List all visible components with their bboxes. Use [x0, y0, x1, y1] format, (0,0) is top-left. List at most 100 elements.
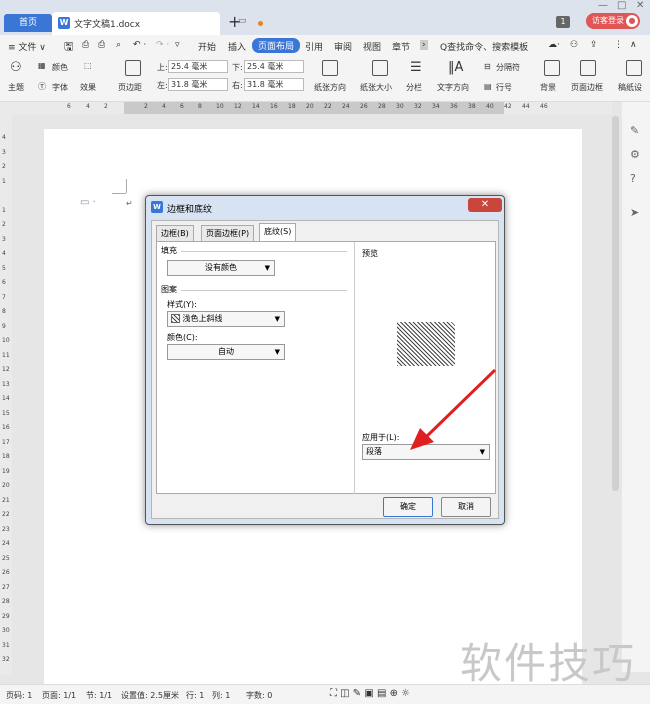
- borders-shading-dialog: W 边框和底纹 ✕ 边框(B) 页面边框(P) 底纹(S) 填充 没有颜色 ▼ …: [145, 195, 505, 525]
- vertical-ruler-tick: 28: [2, 598, 10, 605]
- more-icon[interactable]: ▿: [175, 40, 180, 50]
- undo-icon[interactable]: ↶ ·: [133, 40, 146, 50]
- pen-icon[interactable]: ✎: [630, 124, 639, 137]
- fonts-icon[interactable]: Ⓣ: [38, 81, 46, 92]
- cloud-icon[interactable]: ☁·: [548, 40, 560, 50]
- orientation-button[interactable]: 纸张方向: [314, 82, 346, 93]
- cursor-icon[interactable]: ➤: [630, 206, 639, 219]
- dialog-title: 边框和底纹: [167, 205, 213, 215]
- fill-label: 填充: [161, 246, 177, 255]
- vertical-scrollbar[interactable]: [611, 116, 620, 591]
- tab-document[interactable]: W 文字文稿1.docx ▭: [52, 12, 263, 35]
- ok-button[interactable]: 确定: [383, 497, 433, 517]
- shading-preview: [397, 322, 455, 366]
- paper-size-icon[interactable]: [372, 60, 388, 76]
- minimize-icon[interactable]: —: [598, 0, 608, 11]
- colors-button[interactable]: 颜色: [52, 62, 68, 73]
- ruler-tick: 6: [67, 103, 71, 110]
- background-button[interactable]: 背景: [540, 82, 556, 93]
- line-number-button[interactable]: 行号: [496, 82, 512, 93]
- ruler-tick: 14: [252, 103, 260, 110]
- ruler-tick: 10: [216, 103, 224, 110]
- left-margin-field[interactable]: 31.8 毫米: [168, 78, 228, 91]
- menu-review[interactable]: 审阅: [334, 40, 352, 53]
- theme-button[interactable]: 主题: [8, 82, 24, 93]
- menu-start[interactable]: 开始: [198, 40, 216, 53]
- right-margin-field[interactable]: 31.8 毫米: [244, 78, 304, 91]
- pattern-color-dropdown[interactable]: 自动 ▼: [167, 344, 285, 360]
- help-icon[interactable]: ?: [630, 172, 636, 185]
- dialog-close-button[interactable]: ✕: [468, 198, 502, 212]
- export-pdf-icon[interactable]: ⎙: [82, 40, 89, 50]
- maximize-icon[interactable]: □: [617, 0, 626, 11]
- print-preview-icon[interactable]: ⌕: [116, 40, 121, 50]
- scrollbar-thumb[interactable]: [612, 116, 619, 491]
- fonts-button[interactable]: 字体: [52, 82, 68, 93]
- paragraph-layout-icon[interactable]: ▭ ·: [80, 197, 96, 208]
- status-page[interactable]: 页面: 1/1: [42, 690, 76, 701]
- effects-icon[interactable]: ⬚: [84, 61, 92, 70]
- menu-view[interactable]: 视图: [363, 40, 381, 53]
- status-page-code[interactable]: 页码: 1: [6, 690, 32, 701]
- tab-shading[interactable]: 底纹(S): [259, 223, 297, 242]
- collapse-ribbon-icon[interactable]: ∧: [630, 40, 637, 50]
- text-direction-button[interactable]: 文字方向: [437, 82, 469, 93]
- guest-login-button[interactable]: 访客登录 ●: [586, 13, 640, 29]
- line-number-icon[interactable]: ▤: [484, 82, 492, 91]
- menu-references[interactable]: 引用: [305, 40, 323, 53]
- menu-page-layout[interactable]: 页面布局: [252, 38, 301, 53]
- colors-icon[interactable]: ▦: [38, 61, 46, 70]
- chevron-down-icon: ▼: [274, 348, 280, 356]
- vertical-ruler-tick: 4: [2, 250, 6, 257]
- theme-icon[interactable]: ⚇: [10, 60, 22, 75]
- separator-button[interactable]: 分隔符: [496, 62, 520, 73]
- status-setting[interactable]: 设置值: 2.5厘米: [121, 690, 179, 701]
- tab-borders[interactable]: 边框(B): [156, 225, 194, 241]
- bottom-margin-field[interactable]: 25.4 毫米: [244, 60, 304, 73]
- menu-insert[interactable]: 插入: [228, 40, 246, 53]
- orientation-icon[interactable]: [322, 60, 338, 76]
- command-search[interactable]: Q查找命令、搜索模板: [440, 40, 528, 53]
- print-icon[interactable]: ⎙: [98, 40, 105, 50]
- settings-sliders-icon[interactable]: ⚙: [630, 148, 640, 161]
- page-border-button[interactable]: 页面边框: [571, 82, 603, 93]
- view-mode-icons[interactable]: ⛶ ◫ ✎ ▣ ▤ ⊕ ☼: [330, 688, 410, 699]
- tab-home[interactable]: 首页: [4, 14, 52, 32]
- menu-more-arrow[interactable]: ›: [420, 40, 428, 50]
- ruler-tick: 12: [234, 103, 242, 110]
- apply-to-dropdown[interactable]: 段落 ▼: [362, 444, 490, 460]
- grid-paper-icon[interactable]: [626, 60, 642, 76]
- page-border-icon[interactable]: [580, 60, 596, 76]
- cancel-button[interactable]: 取消: [441, 497, 491, 517]
- new-tab-button[interactable]: +: [228, 12, 241, 31]
- status-word-count[interactable]: 字数: 0: [246, 690, 272, 701]
- vertical-ruler[interactable]: 4 3 2 1 1 2 3 4 5 6 7 8 9 10 11 12 13 14 15 16 17 18 19 20 21 22 2…: [0, 114, 12, 674]
- margins-button[interactable]: 页边距: [118, 82, 142, 93]
- effects-button[interactable]: 效果: [80, 82, 96, 93]
- close-icon[interactable]: ✕: [636, 0, 644, 11]
- vertical-ruler-tick: 6: [2, 279, 6, 286]
- margins-icon[interactable]: [125, 60, 141, 76]
- redo-icon[interactable]: ↷ ·: [156, 40, 169, 50]
- background-icon[interactable]: [544, 60, 560, 76]
- save-icon[interactable]: 🖫: [64, 38, 73, 57]
- top-margin-field[interactable]: 25.4 毫米: [168, 60, 228, 73]
- paper-size-button[interactable]: 纸张大小: [360, 82, 392, 93]
- grid-paper-button[interactable]: 稿纸设: [618, 82, 642, 93]
- file-menu[interactable]: ≡ 文件 ∨: [8, 40, 46, 53]
- separator-icon[interactable]: ⊟: [484, 62, 491, 71]
- menu-chapter[interactable]: 章节: [392, 40, 410, 53]
- horizontal-ruler[interactable]: 6 4 2 2 4 6 8 10 12 14 16 18 20 22 24 26…: [0, 102, 612, 114]
- more-options-icon[interactable]: ⋮: [614, 40, 623, 50]
- writer-icon: W: [58, 17, 70, 29]
- tab-page-border[interactable]: 页面边框(P): [201, 225, 255, 241]
- share-icon[interactable]: ⇪: [590, 40, 598, 50]
- text-direction-icon[interactable]: ‖A: [448, 60, 463, 75]
- collab-icon[interactable]: ⚇: [570, 40, 578, 50]
- columns-icon[interactable]: ☰: [410, 60, 422, 75]
- window-count-badge[interactable]: 1: [556, 16, 570, 28]
- columns-button[interactable]: 分栏: [406, 82, 422, 93]
- pattern-style-dropdown[interactable]: 浅色上斜线 ▼: [167, 311, 285, 327]
- dialog-titlebar[interactable]: W 边框和底纹 ✕: [146, 196, 504, 218]
- fill-color-dropdown[interactable]: 没有颜色 ▼: [167, 260, 275, 276]
